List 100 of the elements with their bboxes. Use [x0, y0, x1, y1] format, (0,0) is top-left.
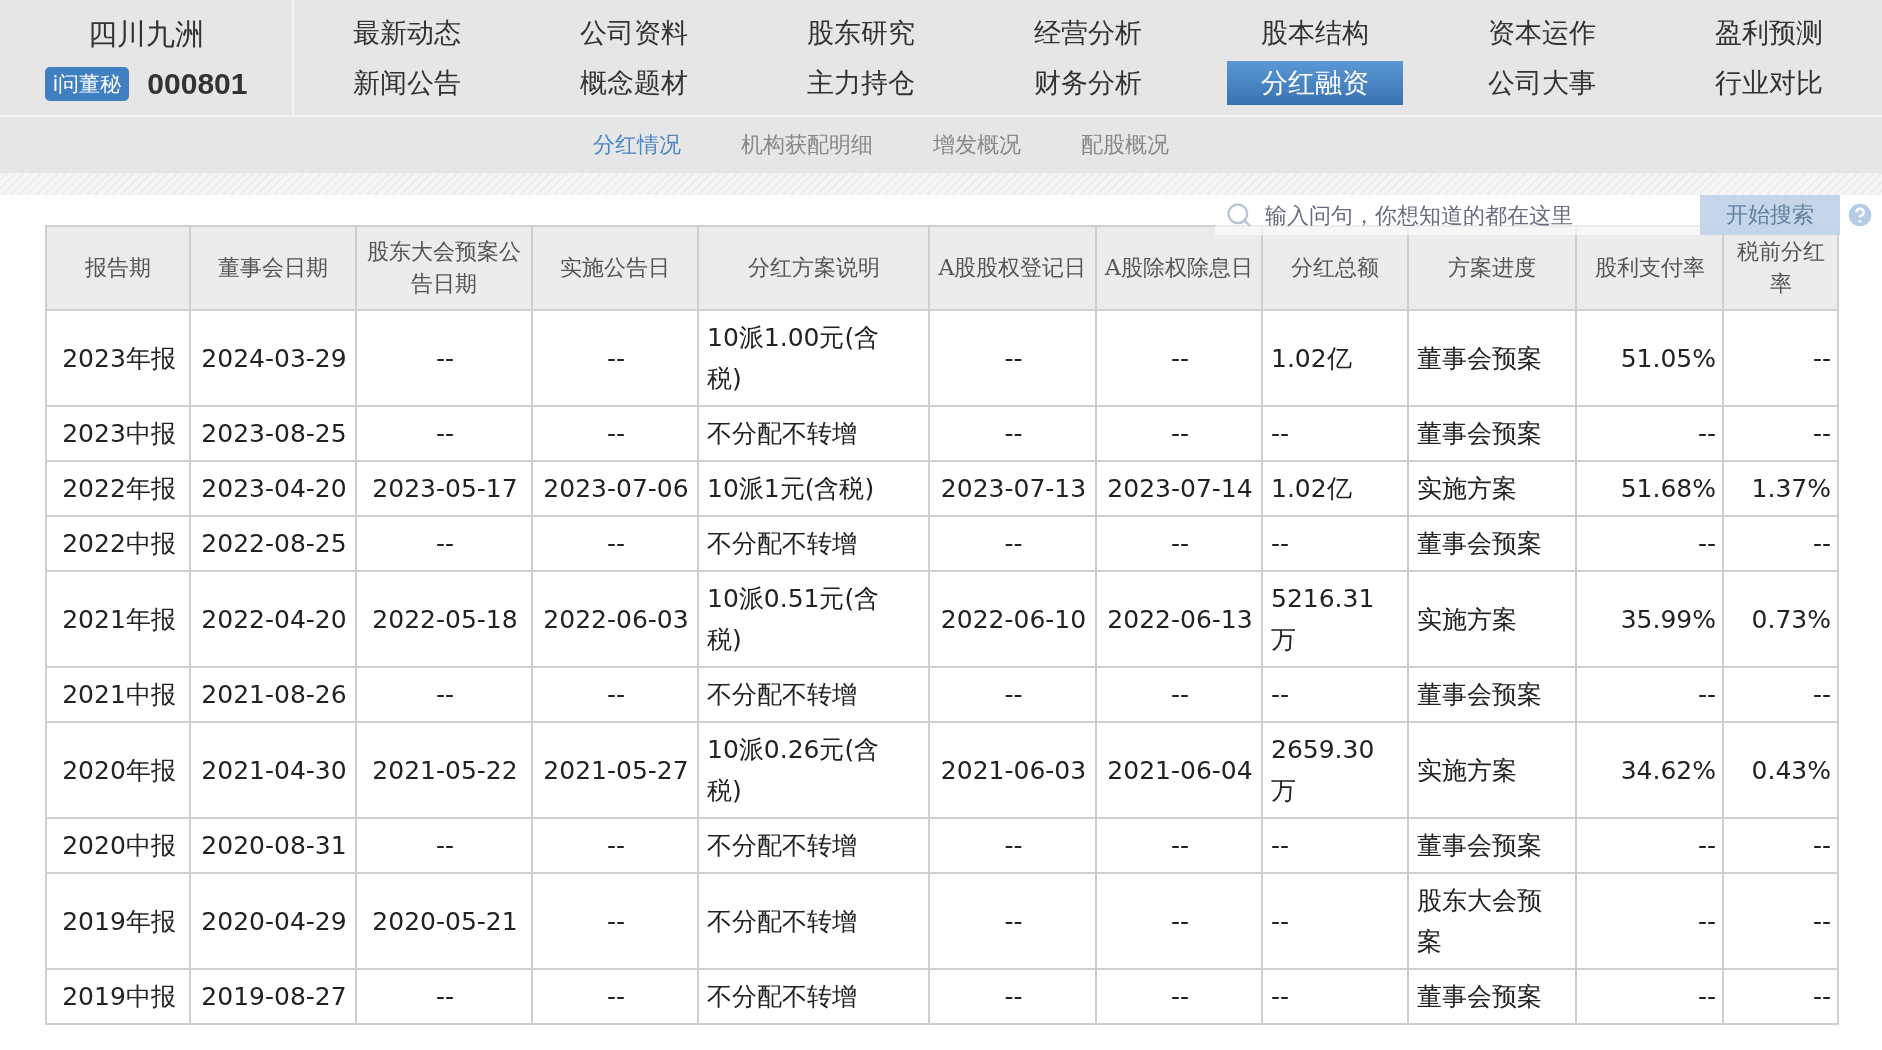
- nav-tab[interactable]: 经营分析: [1000, 10, 1176, 55]
- table-cell: 2022-04-20: [190, 571, 356, 667]
- table-cell: 2022年报: [46, 461, 190, 516]
- table-cell: --: [1576, 667, 1723, 722]
- table-cell: --: [532, 818, 698, 873]
- table-cell: --: [356, 310, 532, 406]
- table-cell: --: [1723, 969, 1838, 1024]
- search-field[interactable]: 输入问句，你想知道的都在这里: [1263, 201, 1690, 229]
- table-cell: --: [532, 406, 698, 461]
- nav-tab[interactable]: 公司资料: [546, 10, 723, 55]
- table-cell: 51.68%: [1576, 461, 1723, 516]
- table-cell: --: [929, 310, 1096, 406]
- column-header: 股利支付率: [1576, 226, 1723, 310]
- table-cell: --: [1723, 873, 1838, 969]
- table-cell: 2021-06-04: [1096, 722, 1262, 818]
- table-cell: --: [1576, 818, 1723, 873]
- table-cell: 35.99%: [1576, 571, 1723, 667]
- table-cell: --: [1723, 310, 1838, 406]
- nav-tab[interactable]: 股本结构: [1226, 10, 1403, 55]
- table-cell: 2022-08-25: [190, 516, 356, 571]
- table-cell: --: [356, 667, 532, 722]
- table-cell: 董事会预案: [1408, 516, 1576, 571]
- table-cell: --: [1723, 667, 1838, 722]
- nav-tab[interactable]: 分红融资: [1226, 60, 1403, 105]
- column-header: A股除权除息日: [1096, 226, 1262, 310]
- table-cell: 2022-06-03: [532, 571, 698, 667]
- table-cell: --: [1723, 818, 1838, 873]
- column-header: 分红总额: [1262, 226, 1408, 310]
- table-cell: 2021-08-26: [190, 667, 356, 722]
- nav-tab[interactable]: 资本运作: [1453, 10, 1630, 55]
- nav-tab[interactable]: 概念题材: [546, 60, 723, 105]
- table-cell: 5216.31万: [1262, 571, 1408, 667]
- nav-tab[interactable]: 最新动态: [319, 10, 496, 55]
- table-cell: 股东大会预案: [1408, 873, 1576, 969]
- table-cell: --: [1576, 873, 1723, 969]
- table-cell: 2023-05-17: [356, 461, 532, 516]
- table-cell: 51.05%: [1576, 310, 1723, 406]
- table-cell: 实施方案: [1408, 571, 1576, 667]
- table-cell: 10派1.00元(含税): [698, 310, 929, 406]
- table-cell: 2023年报: [46, 310, 190, 406]
- table-cell: 董事会预案: [1408, 406, 1576, 461]
- table-cell: 董事会预案: [1408, 667, 1576, 722]
- table-cell: 董事会预案: [1408, 818, 1576, 873]
- table-cell: 不分配不转增: [698, 667, 929, 722]
- table-cell: --: [1576, 406, 1723, 461]
- stock-code: 000801: [147, 66, 248, 101]
- table-cell: 10派1元(含税): [698, 461, 929, 516]
- table-cell: --: [356, 969, 532, 1024]
- table-cell: --: [929, 516, 1096, 571]
- table-cell: 2023-07-06: [532, 461, 698, 516]
- table-cell: --: [929, 969, 1096, 1024]
- table-cell: 34.62%: [1576, 722, 1723, 818]
- ask-secretary-badge[interactable]: i问董秘: [44, 66, 130, 101]
- table-cell: 2023中报: [46, 406, 190, 461]
- table-cell: 0.73%: [1723, 571, 1838, 667]
- table-cell: --: [929, 873, 1096, 969]
- nav-tab[interactable]: 新闻公告: [319, 60, 496, 105]
- table-cell: --: [532, 667, 698, 722]
- table-cell: --: [1096, 516, 1262, 571]
- table-cell: --: [1262, 667, 1408, 722]
- table-cell: 2023-07-13: [929, 461, 1096, 516]
- nav-tab[interactable]: 财务分析: [1000, 60, 1176, 105]
- column-header: A股股权登记日: [929, 226, 1096, 310]
- table-cell: 2022中报: [46, 516, 190, 571]
- table-cell: 2021-06-03: [929, 722, 1096, 818]
- nav-tab[interactable]: 主力持仓: [773, 60, 950, 105]
- table-cell: 2024-03-29: [190, 310, 356, 406]
- table-cell: 2023-07-14: [1096, 461, 1262, 516]
- table-cell: 2023-04-20: [190, 461, 356, 516]
- table-cell: --: [532, 873, 698, 969]
- table-cell: --: [1096, 667, 1262, 722]
- table-cell: 0.43%: [1723, 722, 1838, 818]
- table-cell: --: [1096, 406, 1262, 461]
- table-cell: 实施方案: [1408, 461, 1576, 516]
- stock-name: 四川九洲: [88, 15, 204, 53]
- table-cell: 2020年报: [46, 722, 190, 818]
- nav-tab[interactable]: 股东研究: [773, 10, 950, 55]
- table-cell: --: [1262, 818, 1408, 873]
- table-cell: --: [1096, 969, 1262, 1024]
- table-cell: 2021中报: [46, 667, 190, 722]
- table-cell: 不分配不转增: [698, 873, 929, 969]
- table-cell: 2022-06-10: [929, 571, 1096, 667]
- table-cell: --: [1096, 818, 1262, 873]
- table-cell: --: [929, 406, 1096, 461]
- table-cell: 2021年报: [46, 571, 190, 667]
- column-header: 股东大会预案公告日期: [356, 226, 532, 310]
- table-cell: --: [532, 310, 698, 406]
- table-cell: 不分配不转增: [698, 969, 929, 1024]
- table-cell: 1.37%: [1723, 461, 1838, 516]
- nav-tab[interactable]: 行业对比: [1680, 60, 1857, 105]
- table-cell: --: [1576, 969, 1723, 1024]
- table-cell: --: [1262, 516, 1408, 571]
- table-cell: 2021-05-27: [532, 722, 698, 818]
- nav-tab[interactable]: 盈利预测: [1680, 10, 1857, 55]
- table-cell: 2021-04-30: [190, 722, 356, 818]
- table-cell: 不分配不转增: [698, 818, 929, 873]
- help-icon[interactable]: [1845, 200, 1875, 230]
- table-cell: 2019年报: [46, 873, 190, 969]
- table-cell: --: [532, 516, 698, 571]
- nav-tab[interactable]: 公司大事: [1453, 60, 1630, 105]
